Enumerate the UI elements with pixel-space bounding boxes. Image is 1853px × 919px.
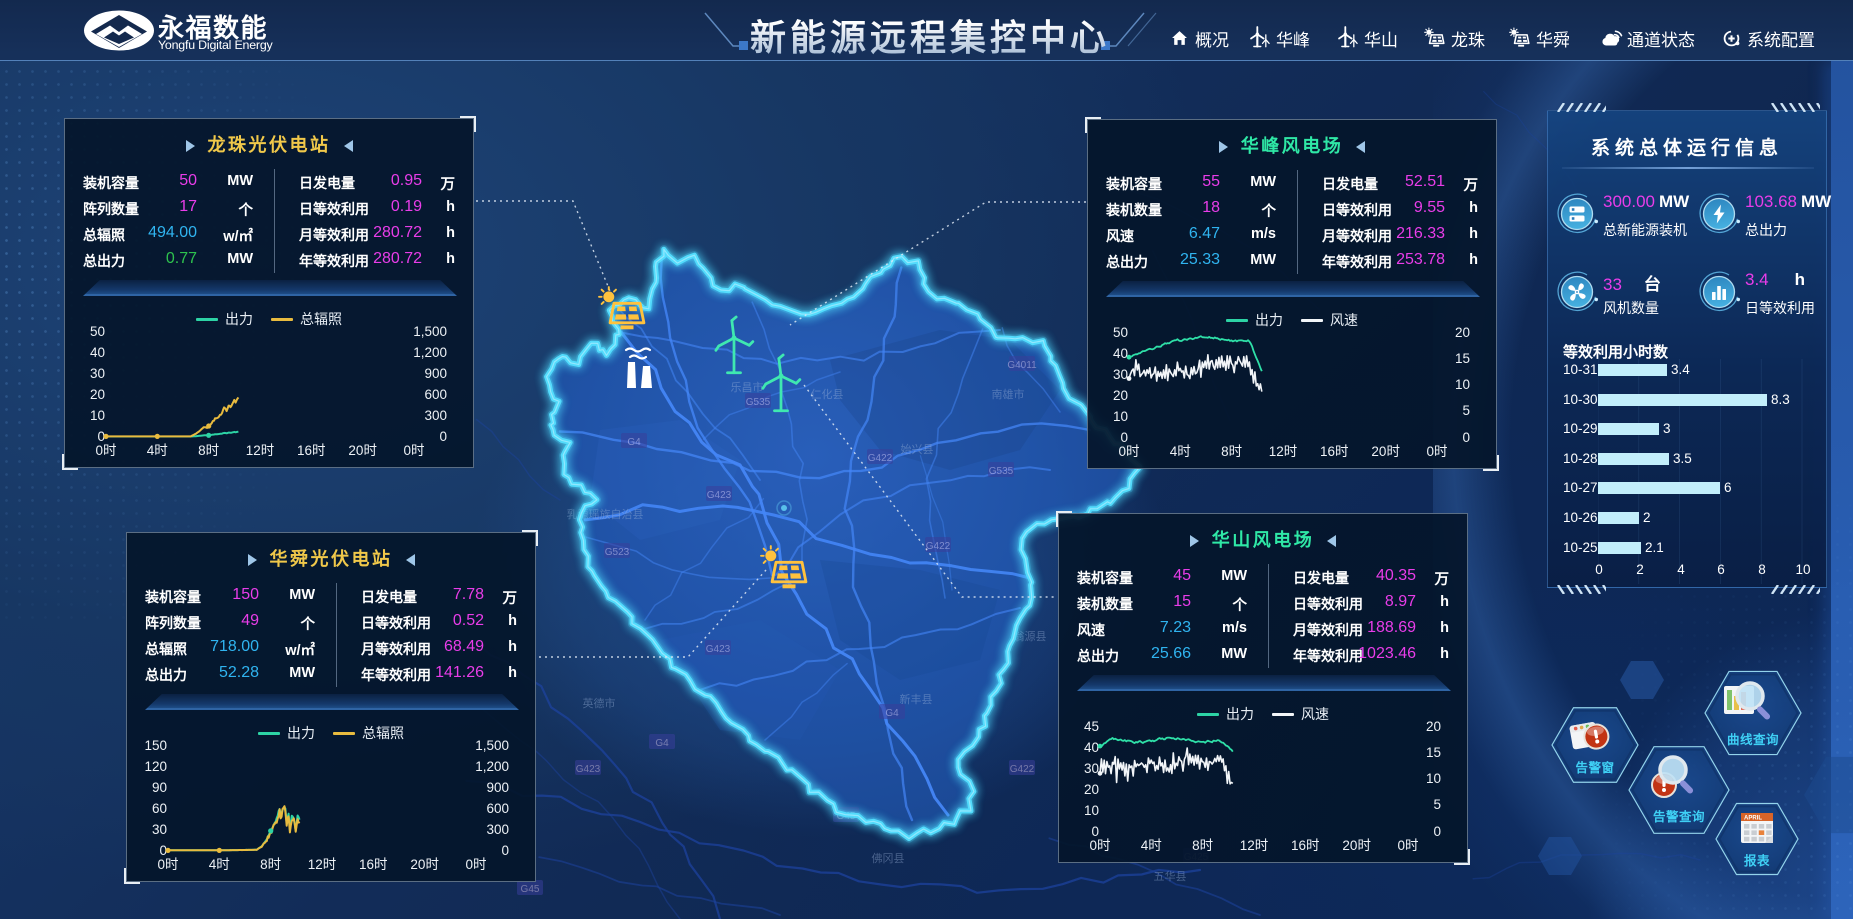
svg-text:报表: 报表 [1744,853,1770,868]
svg-text:APRIL: APRIL [1744,815,1762,821]
svg-text:告警窗: 告警窗 [1575,760,1614,775]
svg-text:曲线查询: 曲线查询 [1727,732,1779,747]
svg-text:告警查询: 告警查询 [1653,809,1705,824]
